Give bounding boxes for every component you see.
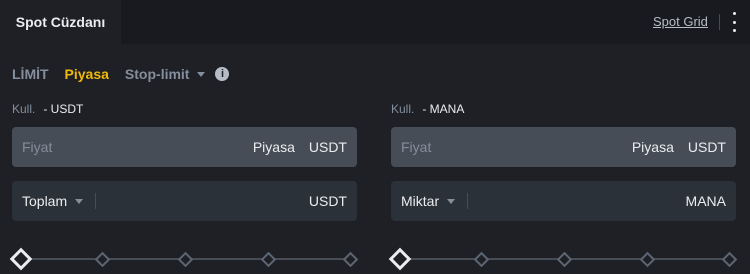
- available-label: Kull.: [12, 102, 36, 116]
- buy-percent-slider[interactable]: [9, 247, 359, 271]
- order-type-limit[interactable]: LİMİT: [12, 66, 49, 82]
- sell-percent-slider[interactable]: [388, 247, 738, 271]
- stop-limit-label: Stop-limit: [124, 66, 190, 82]
- order-type-market[interactable]: Piyasa: [65, 66, 109, 82]
- tab-spot-wallet[interactable]: Spot Cüzdanı: [0, 0, 121, 44]
- amount-unit: MANA: [685, 193, 726, 209]
- sell-amount-field[interactable]: Miktar MANA: [391, 181, 736, 221]
- price-placeholder: Fiyat: [22, 139, 53, 155]
- spot-grid-link[interactable]: Spot Grid: [653, 14, 708, 29]
- price-mode: Piyasa: [631, 139, 674, 155]
- divider: [719, 14, 720, 30]
- slider-handle[interactable]: [388, 247, 412, 271]
- caret-down-icon: [197, 71, 206, 77]
- total-select-label: Toplam: [22, 193, 68, 209]
- price-unit: USDT: [308, 139, 347, 155]
- total-select[interactable]: Toplam: [22, 193, 84, 209]
- available-label: Kull.: [391, 102, 415, 116]
- slider-step-25[interactable]: [94, 251, 111, 268]
- slider-step-75[interactable]: [260, 251, 277, 268]
- slider-step-25[interactable]: [473, 251, 490, 268]
- slider-handle[interactable]: [9, 247, 33, 271]
- price-mode: Piyasa: [252, 139, 295, 155]
- buy-available: Kull. - USDT: [12, 102, 83, 116]
- slider-step-100[interactable]: [721, 251, 738, 268]
- price-placeholder: Fiyat: [401, 139, 432, 155]
- slider-step-50[interactable]: [177, 251, 194, 268]
- price-unit: USDT: [687, 139, 726, 155]
- available-value: - USDT: [43, 102, 84, 116]
- order-type-stop-limit[interactable]: Stop-limit: [125, 66, 206, 82]
- buy-total-field[interactable]: Toplam USDT: [12, 181, 357, 221]
- caret-down-icon: [75, 198, 84, 204]
- slider-step-75[interactable]: [639, 251, 656, 268]
- buy-price-field[interactable]: Fiyat Piyasa USDT: [12, 127, 357, 167]
- order-type-selector: LİMİT Piyasa Stop-limit i: [12, 64, 230, 84]
- divider: [95, 193, 97, 209]
- slider-step-100[interactable]: [342, 251, 359, 268]
- divider: [467, 193, 469, 209]
- slider-step-50[interactable]: [556, 251, 573, 268]
- sell-price-field[interactable]: Fiyat Piyasa USDT: [391, 127, 736, 167]
- amount-select[interactable]: Miktar: [401, 193, 456, 209]
- kebab-menu-icon[interactable]: [728, 12, 740, 32]
- wallet-tabbar: Spot Cüzdanı Spot Grid: [0, 0, 750, 44]
- info-icon[interactable]: i: [215, 67, 230, 81]
- caret-down-icon: [447, 198, 456, 204]
- available-value: - MANA: [422, 102, 465, 116]
- amount-select-label: Miktar: [401, 193, 440, 209]
- sell-available: Kull. - MANA: [391, 102, 464, 116]
- total-unit: USDT: [308, 193, 347, 209]
